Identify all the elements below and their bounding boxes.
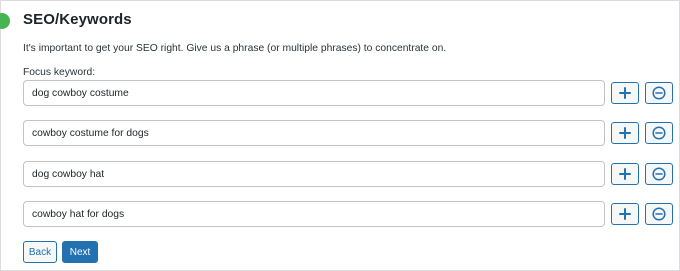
- keyword-input[interactable]: [23, 120, 605, 146]
- keyword-row: [23, 80, 675, 106]
- add-keyword-button[interactable]: [611, 82, 639, 104]
- minus-circle-icon: [652, 207, 666, 221]
- keyword-row: [23, 120, 675, 146]
- remove-keyword-button[interactable]: [645, 82, 673, 104]
- plus-icon: [619, 87, 631, 99]
- keyword-row: [23, 161, 675, 187]
- remove-keyword-button[interactable]: [645, 122, 673, 144]
- keyword-input[interactable]: [23, 201, 605, 227]
- remove-keyword-button[interactable]: [645, 163, 673, 185]
- focus-keyword-label: Focus keyword:: [23, 67, 96, 78]
- minus-circle-icon: [652, 167, 666, 181]
- remove-keyword-button[interactable]: [645, 203, 673, 225]
- minus-circle-icon: [652, 126, 666, 140]
- add-keyword-button[interactable]: [611, 122, 639, 144]
- minus-circle-icon: [652, 86, 666, 100]
- plus-icon: [619, 127, 631, 139]
- add-keyword-button[interactable]: [611, 163, 639, 185]
- seo-keywords-panel: SEO/Keywords It's important to get your …: [0, 0, 680, 271]
- section-title: SEO/Keywords: [23, 11, 132, 28]
- step-status-indicator: [0, 13, 10, 29]
- add-keyword-button[interactable]: [611, 203, 639, 225]
- next-button[interactable]: Next: [62, 241, 98, 263]
- plus-icon: [619, 208, 631, 220]
- keyword-input[interactable]: [23, 161, 605, 187]
- keyword-input[interactable]: [23, 80, 605, 106]
- section-intro: It's important to get your SEO right. Gi…: [23, 43, 447, 54]
- plus-icon: [619, 168, 631, 180]
- keyword-row: [23, 201, 675, 227]
- back-button[interactable]: Back: [23, 241, 57, 263]
